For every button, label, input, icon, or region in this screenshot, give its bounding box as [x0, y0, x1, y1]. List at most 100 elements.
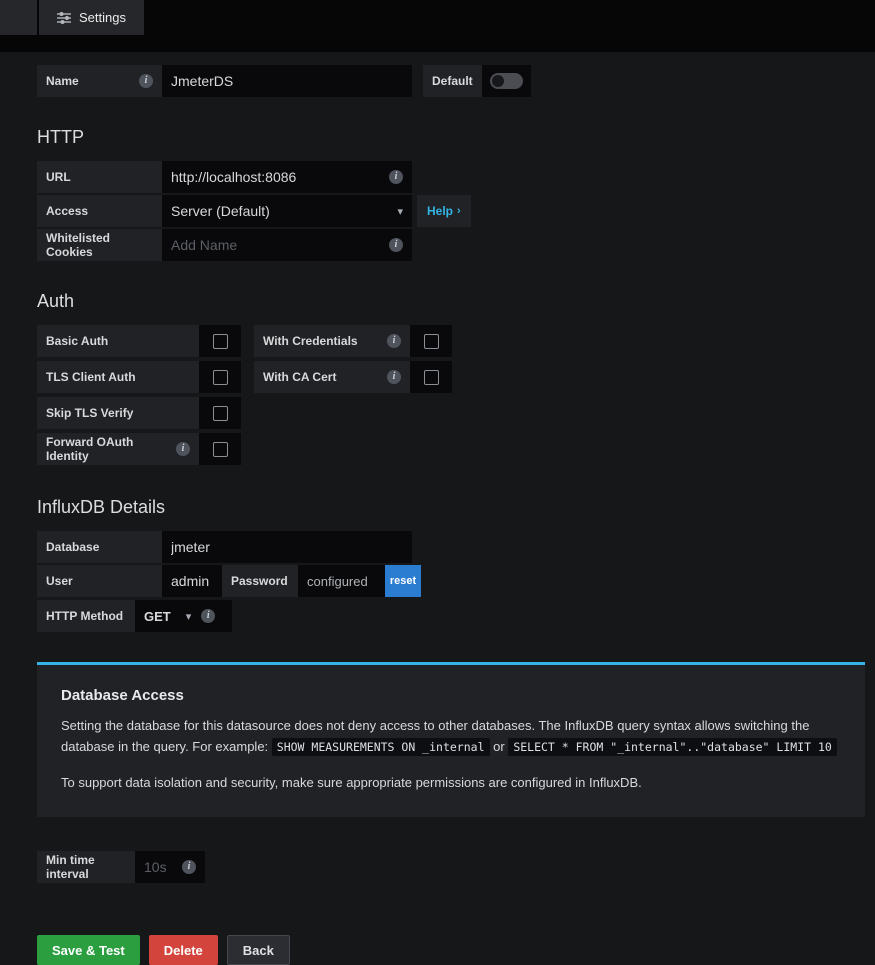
code-snippet: SHOW MEASUREMENTS ON _internal — [271, 737, 490, 756]
with-ca-cert-checkbox[interactable] — [410, 361, 452, 393]
access-label: Access — [46, 204, 89, 218]
basic-auth-checkbox[interactable] — [199, 325, 241, 357]
http-method-row: HTTP Method GET ▾ i — [37, 600, 875, 632]
reset-password-button[interactable]: reset — [385, 565, 421, 597]
cookies-row: Whitelisted Cookies i — [37, 229, 875, 261]
help-link-label: Help — [427, 204, 454, 218]
help-link[interactable]: Help › — [417, 195, 471, 227]
info-icon: i — [389, 238, 403, 252]
infobox-or: or — [493, 738, 505, 754]
password-status-box: configured — [298, 565, 385, 597]
min-interval-label: Min time interval — [46, 853, 95, 882]
checkbox-square-icon — [423, 333, 439, 349]
tls-client-auth-row: TLS Client Auth — [37, 361, 241, 393]
sliders-icon — [57, 11, 71, 24]
min-interval-input[interactable] — [144, 851, 182, 884]
http-method-select[interactable]: GET ▾ i — [135, 600, 232, 632]
user-input-box — [162, 565, 222, 597]
basic-auth-label: Basic Auth — [46, 334, 109, 348]
default-label: Default — [432, 74, 473, 88]
infobox-title: Database Access — [61, 687, 184, 704]
access-select[interactable]: Server (Default) ▾ — [162, 195, 412, 227]
with-credentials-label: With Credentials — [263, 334, 358, 348]
database-input[interactable] — [171, 531, 403, 563]
url-input-box: i — [162, 161, 412, 193]
name-label-box: Name i — [37, 65, 162, 97]
user-label: User — [46, 574, 73, 588]
url-row: URL i — [37, 161, 875, 193]
skip-tls-verify-label-box: Skip TLS Verify — [37, 397, 199, 429]
tls-client-auth-label-box: TLS Client Auth — [37, 361, 199, 393]
database-access-infobox: Database Access Setting the database for… — [37, 662, 865, 818]
cookies-input[interactable] — [171, 229, 389, 261]
checkbox-square-icon — [212, 369, 228, 385]
url-label-box: URL — [37, 161, 162, 193]
info-icon: i — [389, 170, 403, 184]
http-method-label: HTTP Method — [46, 609, 124, 623]
forward-oauth-label-box: Forward OAuth Identity i — [37, 433, 199, 465]
access-select-value: Server (Default) — [171, 203, 270, 219]
chevron-right-icon: › — [457, 205, 461, 217]
http-section-heading: HTTP — [37, 127, 84, 147]
forward-oauth-label: Forward OAuth Identity — [46, 435, 134, 463]
forward-oauth-row: Forward OAuth Identity i — [37, 433, 241, 465]
database-label: Database — [46, 540, 100, 554]
database-label-box: Database — [37, 531, 162, 563]
back-button[interactable]: Back — [226, 935, 290, 965]
http-method-value: GET — [144, 608, 171, 624]
access-row: Access Server (Default) ▾ Help › — [37, 195, 875, 227]
cookies-label: Whitelisted Cookies — [46, 231, 111, 259]
infobox-paragraph-2: To support data isolation and security, … — [61, 774, 642, 790]
checkbox-square-icon — [212, 333, 228, 349]
user-label-box: User — [37, 565, 162, 597]
tab-settings-label: Settings — [79, 10, 126, 25]
name-label: Name — [46, 74, 79, 88]
min-interval-label-box: Min time interval — [37, 851, 135, 884]
name-row: Name i Default — [37, 65, 875, 97]
checkbox-square-icon — [212, 441, 228, 457]
tls-client-auth-checkbox[interactable] — [199, 361, 241, 393]
skip-tls-verify-label: Skip TLS Verify — [46, 406, 134, 420]
checkbox-square-icon — [423, 369, 439, 385]
name-input-box — [162, 65, 412, 97]
empty-cell — [254, 397, 452, 431]
user-input[interactable] — [171, 565, 213, 597]
info-icon: i — [387, 334, 401, 348]
info-icon: i — [387, 370, 401, 384]
delete-button[interactable]: Delete — [148, 935, 218, 965]
with-credentials-checkbox[interactable] — [410, 325, 452, 357]
with-credentials-row: With Credentials i — [254, 325, 452, 357]
default-toggle[interactable] — [481, 65, 531, 97]
cookies-input-box: i — [162, 229, 412, 261]
empty-cell — [254, 433, 452, 467]
basic-auth-row: Basic Auth — [37, 325, 241, 357]
tls-client-auth-label: TLS Client Auth — [46, 370, 136, 384]
cookies-label-box: Whitelisted Cookies — [37, 229, 162, 261]
skip-tls-verify-row: Skip TLS Verify — [37, 397, 241, 429]
with-credentials-label-box: With Credentials i — [254, 325, 410, 357]
influxdb-section-heading: InfluxDB Details — [37, 497, 166, 517]
database-row: Database — [37, 531, 875, 563]
name-input[interactable] — [171, 65, 403, 97]
database-input-box — [162, 531, 412, 563]
url-label: URL — [46, 170, 71, 184]
auth-grid: Basic Auth With Credentials i TLS Client… — [37, 325, 875, 467]
with-ca-cert-label: With CA Cert — [263, 370, 337, 384]
infobox-paragraph-1: Setting the database for this datasource… — [61, 716, 841, 758]
skip-tls-verify-checkbox[interactable] — [199, 397, 241, 429]
save-test-button[interactable]: Save & Test — [37, 935, 140, 965]
toggle-switch-icon — [489, 73, 523, 89]
url-input[interactable] — [171, 161, 389, 193]
info-icon: i — [176, 442, 190, 456]
http-method-label-box: HTTP Method — [37, 600, 135, 632]
info-icon: i — [201, 609, 216, 623]
info-icon: i — [139, 74, 153, 88]
with-ca-cert-row: With CA Cert i — [254, 361, 452, 393]
forward-oauth-checkbox[interactable] — [199, 433, 241, 465]
min-interval-row: Min time interval i — [37, 851, 875, 884]
tab-settings[interactable]: Settings — [37, 0, 144, 35]
password-label-box: Password — [222, 565, 298, 597]
caret-down-icon: ▾ — [397, 205, 403, 218]
with-ca-cert-label-box: With CA Cert i — [254, 361, 410, 393]
